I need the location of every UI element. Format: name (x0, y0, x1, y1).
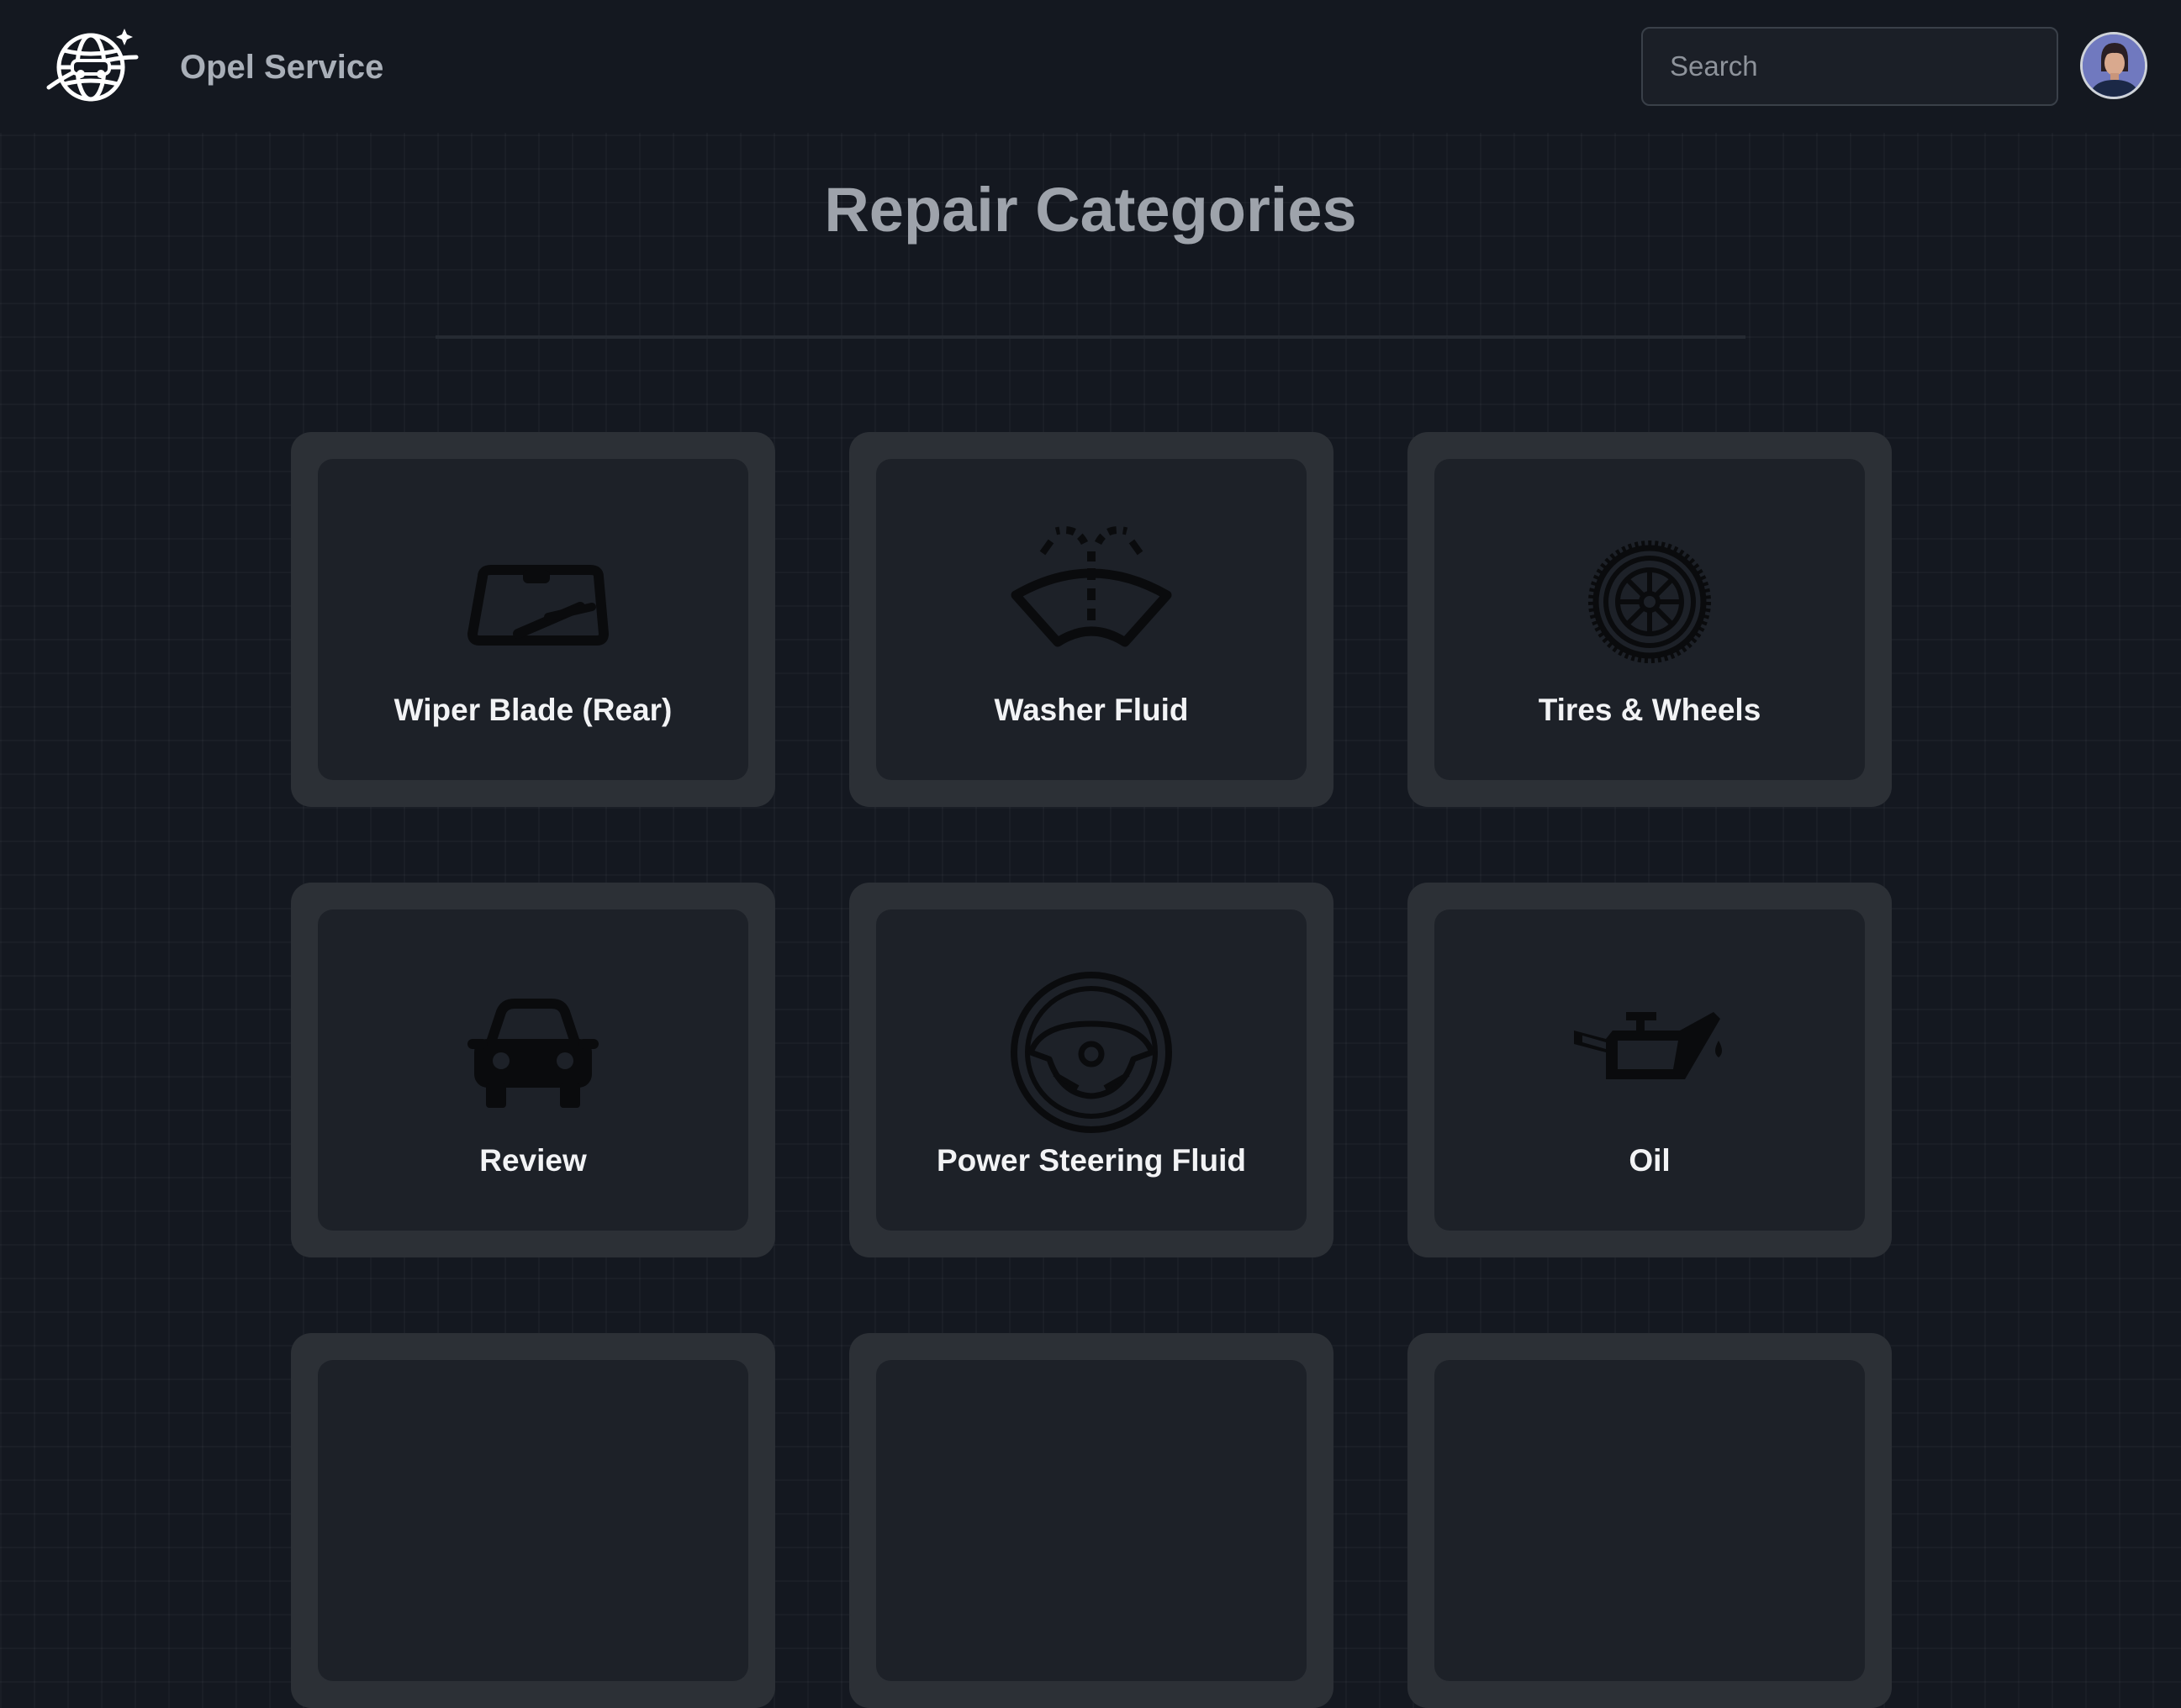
category-card-tires-wheels[interactable]: Tires & Wheels (1407, 432, 1892, 807)
top-bar: Opel Service (0, 0, 2181, 133)
category-card-partial[interactable] (849, 1333, 1333, 1708)
card-body (876, 1360, 1307, 1681)
user-avatar[interactable] (2080, 32, 2147, 99)
tire-wheel-icon (1566, 518, 1734, 686)
category-label: Washer Fluid (994, 693, 1189, 727)
category-label: Tires & Wheels (1538, 693, 1761, 727)
windshield-wiper-icon (449, 518, 617, 686)
search-input[interactable] (1641, 27, 2058, 106)
category-label: Wiper Blade (Rear) (393, 693, 673, 727)
category-card-washer-fluid[interactable]: Washer Fluid (849, 432, 1333, 807)
oil-can-icon (1566, 968, 1734, 1136)
category-card-wiper-blade-rear[interactable]: Wiper Blade (Rear) (291, 432, 775, 807)
washer-fluid-icon (1007, 518, 1175, 686)
card-body: Oil (1434, 909, 1865, 1231)
card-body: Tires & Wheels (1434, 459, 1865, 780)
card-body: Wiper Blade (Rear) (318, 459, 748, 780)
card-body: Washer Fluid (876, 459, 1307, 780)
category-label: Oil (1629, 1143, 1671, 1178)
page-title: Repair Categories (824, 175, 1357, 245)
category-label: Power Steering Fluid (937, 1143, 1246, 1178)
card-body: Review (318, 909, 748, 1231)
category-card-oil[interactable]: Oil (1407, 883, 1892, 1257)
title-divider (436, 335, 1745, 339)
steering-wheel-icon (1007, 968, 1175, 1136)
car-icon (449, 968, 617, 1136)
category-card-review[interactable]: Review (291, 883, 775, 1257)
category-card-power-steering-fluid[interactable]: Power Steering Fluid (849, 883, 1333, 1257)
brand-name[interactable]: Opel Service (180, 45, 383, 89)
category-label: Review (479, 1143, 587, 1178)
car-globe-logo-icon[interactable] (44, 24, 141, 111)
category-card-partial[interactable] (291, 1333, 775, 1708)
card-body (318, 1360, 748, 1681)
category-card-partial[interactable] (1407, 1333, 1892, 1708)
card-body (1434, 1360, 1865, 1681)
card-body: Power Steering Fluid (876, 909, 1307, 1231)
